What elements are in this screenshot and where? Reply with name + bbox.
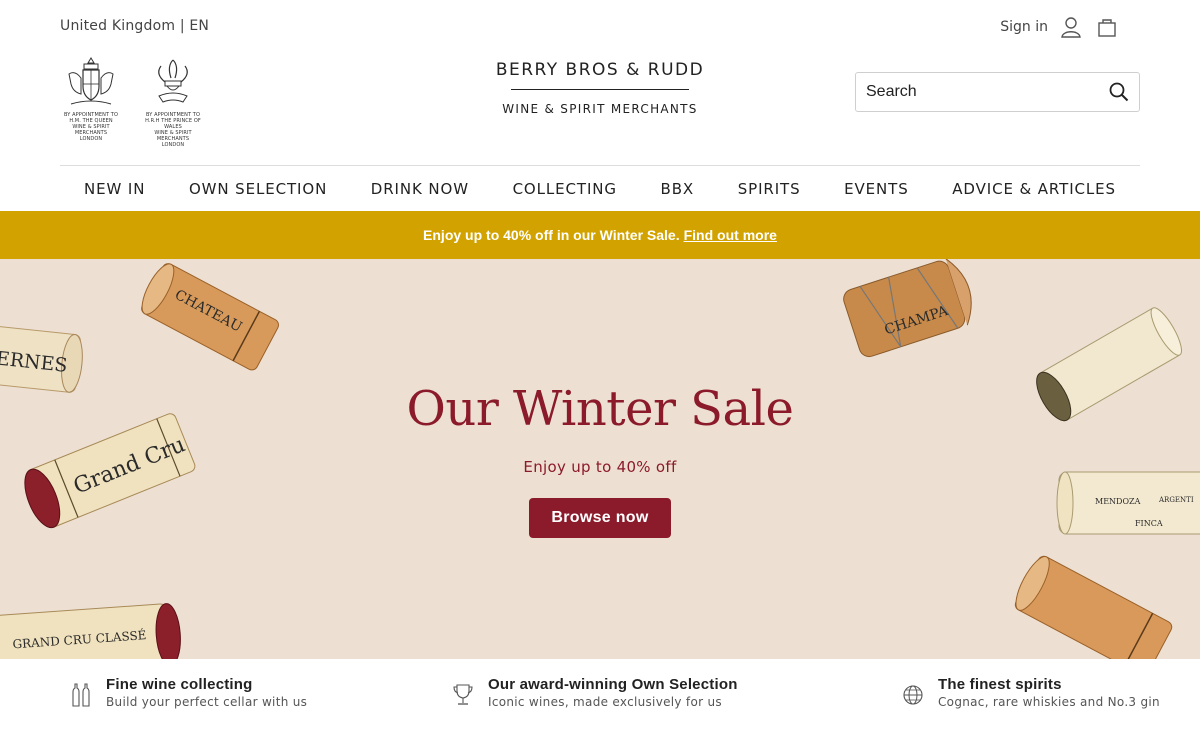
hero-banner[interactable]: ERNES CHATEAU Grand Cru CHAMPA MENDOZA A…	[0, 259, 1200, 659]
royal-warrant-queen: BY APPOINTMENT TO H.M. THE QUEEN WINE & …	[60, 56, 122, 148]
browse-now-button[interactable]: Browse now	[529, 498, 671, 538]
feature-title: The finest spirits	[938, 676, 1062, 693]
nav-item-collecting[interactable]: COLLECTING	[513, 180, 617, 198]
nav-item-bbx[interactable]: BBX	[661, 180, 695, 198]
brand-logo[interactable]: BERRY BROS & RUDD WINE & SPIRIT MERCHANT…	[440, 60, 760, 116]
promo-banner: Enjoy up to 40% off in our Winter Sale. …	[0, 211, 1200, 259]
cork-label: FINCA	[1135, 519, 1163, 528]
promo-text: Enjoy up to 40% off in our Winter Sale.	[423, 227, 680, 243]
cork-illustration	[1014, 555, 1173, 659]
nav-item-drink-now[interactable]: DRINK NOW	[371, 180, 469, 198]
search-icon[interactable]	[1099, 73, 1139, 111]
cork-illustration: CHATEAU	[141, 263, 279, 371]
warrant-text: BY APPOINTMENT TO H.M. THE QUEEN WINE & …	[63, 112, 118, 142]
feature-finest-spirits[interactable]: The finest spirits Cognac, rare whiskies…	[900, 676, 1160, 710]
feature-fine-wine-collecting[interactable]: Fine wine collecting Build your perfect …	[68, 676, 307, 710]
cork-illustration: MENDOZA ARGENTI FINCA	[1056, 471, 1200, 535]
account-actions: Sign in	[1000, 14, 1120, 40]
sign-in-link[interactable]: Sign in	[1000, 19, 1048, 35]
basket-icon[interactable]	[1094, 14, 1120, 40]
cork-label: MENDOZA	[1095, 497, 1141, 506]
crest-icon	[68, 57, 114, 105]
bottles-icon	[68, 680, 94, 710]
locale-selector[interactable]: United Kingdom | EN	[60, 18, 209, 34]
nav-item-spirits[interactable]: SPIRITS	[738, 180, 801, 198]
nav-item-events[interactable]: EVENTS	[844, 180, 909, 198]
trophy-icon	[450, 680, 476, 710]
feature-subtitle: Cognac, rare whiskies and No.3 gin	[938, 695, 1160, 709]
nav-item-new-in[interactable]: NEW IN	[84, 180, 145, 198]
feature-strip: Fine wine collecting Build your perfect …	[60, 676, 1160, 732]
feature-own-selection[interactable]: Our award-winning Own Selection Iconic w…	[450, 676, 738, 710]
logo-divider	[511, 89, 689, 90]
feature-subtitle: Iconic wines, made exclusively for us	[488, 695, 722, 709]
feature-title: Fine wine collecting	[106, 676, 253, 693]
logo-subtitle: WINE & SPIRIT MERCHANTS	[502, 102, 698, 116]
search-box	[855, 72, 1140, 112]
warrant-text: BY APPOINTMENT TO H.R.H THE PRINCE OF WA…	[145, 112, 201, 148]
feathers-crest-icon	[158, 59, 188, 103]
royal-warrants: BY APPOINTMENT TO H.M. THE QUEEN WINE & …	[60, 56, 204, 148]
cork-illustration: CHAMPA	[843, 259, 972, 358]
search-input[interactable]	[856, 73, 1099, 111]
user-icon[interactable]	[1058, 14, 1084, 40]
logo-title: BERRY BROS & RUDD	[495, 60, 705, 80]
cork-label: ARGENTI	[1158, 496, 1194, 504]
nav-item-advice-articles[interactable]: ADVICE & ARTICLES	[952, 180, 1116, 198]
top-bar: United Kingdom | EN Sign in	[60, 0, 1140, 52]
main-nav: NEW IN OWN SELECTION DRINK NOW COLLECTIN…	[60, 165, 1140, 211]
hero-subtitle: Enjoy up to 40% off	[523, 458, 677, 476]
promo-link[interactable]: Find out more	[684, 227, 777, 243]
feature-subtitle: Build your perfect cellar with us	[106, 695, 308, 709]
hero-title: Our Winter Sale	[406, 381, 794, 437]
royal-warrant-prince: BY APPOINTMENT TO H.R.H THE PRINCE OF WA…	[142, 56, 204, 148]
globe-icon	[900, 680, 926, 710]
cork-illustration: GRAND CRU CLASSÉ	[0, 603, 181, 659]
nav-item-own-selection[interactable]: OWN SELECTION	[189, 180, 327, 198]
feature-title: Our award-winning Own Selection	[488, 676, 738, 693]
